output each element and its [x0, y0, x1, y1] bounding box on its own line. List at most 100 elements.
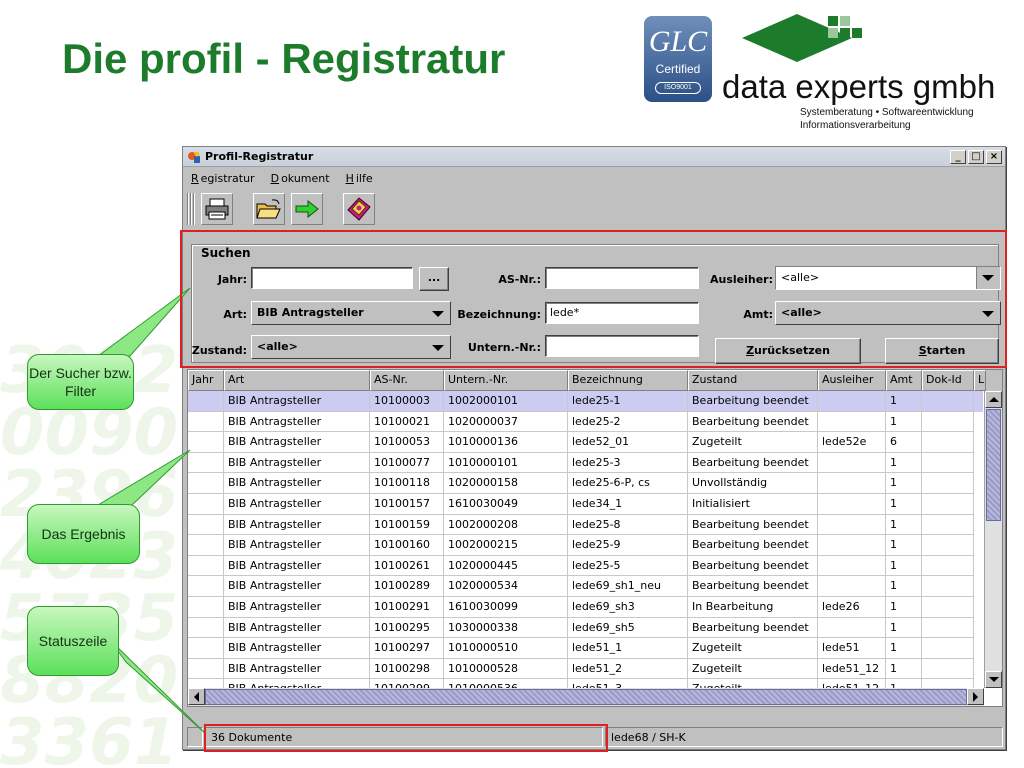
scroll-up-button[interactable] [985, 391, 1002, 408]
help-book-icon [347, 197, 371, 221]
table-cell: 10100298 [370, 658, 444, 680]
table-cell: 1010000528 [444, 658, 568, 680]
minimize-button[interactable]: _ [950, 149, 966, 164]
table-cell [818, 576, 886, 597]
title-bar[interactable]: Profil-Registratur _ □ × [183, 147, 1005, 167]
open-folder-icon [256, 199, 281, 219]
column-header-dokid[interactable]: Dok-Id [922, 370, 974, 391]
callout-result: Das Ergebnis [27, 504, 140, 564]
table-cell: 1002000208 [444, 514, 568, 536]
forward-button[interactable] [291, 193, 323, 225]
status-highlight [204, 724, 608, 752]
column-header-zustand[interactable]: Zustand [688, 370, 818, 391]
column-header-bezeichnung[interactable]: Bezeichnung [568, 370, 688, 391]
table-cell: 10100261 [370, 555, 444, 577]
table-cell: 1010000136 [444, 432, 568, 453]
toolbar [183, 189, 1005, 229]
table-cell: 1 [886, 535, 922, 556]
table-cell: 6 [886, 432, 922, 453]
table-row[interactable]: BIB Antragsteller 10100289 1020000534 lede6… [188, 576, 983, 597]
table-cell: lede51_2 [568, 658, 688, 680]
menu-hilfe[interactable]: Hilfe [344, 172, 377, 185]
table-cell: lede52e [818, 432, 886, 453]
column-header-art[interactable]: Art [224, 370, 370, 391]
table-row[interactable]: BIB Antragsteller 10100297 1010000510 lede5… [188, 638, 983, 659]
table-cell: BIB Antragsteller [224, 535, 370, 556]
scroll-left-button[interactable] [188, 688, 205, 705]
status-user: lede68 / SH-K [605, 727, 1003, 747]
table-cell: 1610030099 [444, 596, 568, 618]
background-digit-row: 3361 [0, 706, 179, 768]
glc-logo-iso: ISO9001 [655, 82, 701, 94]
arrow-right-icon [295, 200, 319, 218]
table-row[interactable]: BIB Antragsteller 10100295 1030000338 lede6… [188, 617, 983, 639]
column-header-amt[interactable]: Amt [886, 370, 922, 391]
table-row[interactable]: BIB Antragsteller 10100157 1610030049 lede3… [188, 493, 983, 515]
table-cell: 10100160 [370, 535, 444, 556]
toolbar-grip[interactable] [187, 193, 195, 225]
table-cell: lede69_sh1_neu [568, 576, 688, 597]
table-row[interactable]: BIB Antragsteller 10100298 1010000528 lede5… [188, 658, 983, 680]
table-row[interactable]: BIB Antragsteller 10100261 1020000445 lede2… [188, 555, 983, 577]
table-cell [188, 473, 224, 494]
table-row[interactable]: BIB Antragsteller 10100291 1610030099 lede6… [188, 596, 983, 618]
table-cell: lede25-3 [568, 452, 688, 474]
table-cell [188, 617, 224, 639]
table-row[interactable]: BIB Antragsteller 10100021 1020000037 lede2… [188, 411, 983, 433]
vertical-scroll-thumb[interactable] [986, 409, 1001, 521]
table-cell: lede34_1 [568, 493, 688, 515]
column-header-jahr[interactable]: Jahr [188, 370, 224, 391]
table-cell [188, 391, 224, 412]
app-icon [188, 151, 200, 163]
vertical-scrollbar[interactable] [984, 391, 1002, 688]
background-digit-row: 0090 [0, 396, 179, 470]
table-cell: 1002000215 [444, 535, 568, 556]
table-row[interactable]: BIB Antragsteller 10100003 1002000101 lede2… [188, 391, 983, 412]
table-cell: Bearbeitung beendet [688, 535, 818, 556]
print-button[interactable] [201, 193, 233, 225]
table-cell: BIB Antragsteller [224, 411, 370, 433]
maximize-button[interactable]: □ [968, 149, 984, 164]
table-cell: 10100159 [370, 514, 444, 536]
open-button[interactable] [253, 193, 285, 225]
table-cell: BIB Antragsteller [224, 432, 370, 453]
glc-logo-text: GLC [648, 25, 708, 58]
scroll-down-button[interactable] [985, 671, 1002, 688]
table-row[interactable]: BIB Antragsteller 10100077 1010000101 lede2… [188, 452, 983, 474]
horizontal-scroll-thumb[interactable] [205, 689, 967, 705]
status-indicator [187, 727, 203, 747]
column-header-l[interactable]: L [974, 370, 986, 391]
table-cell: lede69_sh5 [568, 617, 688, 639]
column-header-untern[interactable]: Untern.-Nr. [444, 370, 568, 391]
help-button[interactable] [343, 193, 375, 225]
table-row[interactable]: BIB Antragsteller 10100118 1020000158 lede2… [188, 473, 983, 494]
column-header-asnr[interactable]: AS-Nr. [370, 370, 444, 391]
table-body: BIB Antragsteller 10100003 1002000101 lede2… [188, 391, 983, 706]
table-row[interactable]: BIB Antragsteller 10100053 1010000136 lede5… [188, 432, 983, 453]
table-cell [188, 514, 224, 536]
table-cell: Bearbeitung beendet [688, 411, 818, 433]
table-cell [188, 432, 224, 453]
table-row[interactable]: BIB Antragsteller 10100159 1002000208 lede2… [188, 514, 983, 536]
column-header-ausleiher[interactable]: Ausleiher [818, 370, 886, 391]
scroll-right-button[interactable] [967, 688, 984, 705]
table-cell: lede26 [818, 596, 886, 618]
table-row[interactable]: BIB Antragsteller 10100160 1002000215 lede2… [188, 535, 983, 556]
menu-registratur[interactable]: Registratur [189, 172, 259, 185]
table-cell [188, 411, 224, 433]
table-cell [188, 535, 224, 556]
table-cell [922, 411, 974, 433]
table-cell: 1030000338 [444, 617, 568, 639]
arrow-left-icon [194, 692, 199, 702]
table-cell: 1 [886, 493, 922, 515]
table-cell [818, 535, 886, 556]
glc-certified-logo: GLC Certified ISO9001 [644, 16, 712, 102]
horizontal-scrollbar[interactable] [188, 688, 984, 706]
menu-dokument[interactable]: Dokument [269, 172, 334, 185]
table-cell: BIB Antragsteller [224, 617, 370, 639]
table-cell [922, 514, 974, 536]
table-cell [922, 432, 974, 453]
table-cell: BIB Antragsteller [224, 493, 370, 515]
close-button[interactable]: × [986, 149, 1002, 164]
table-cell [188, 493, 224, 515]
